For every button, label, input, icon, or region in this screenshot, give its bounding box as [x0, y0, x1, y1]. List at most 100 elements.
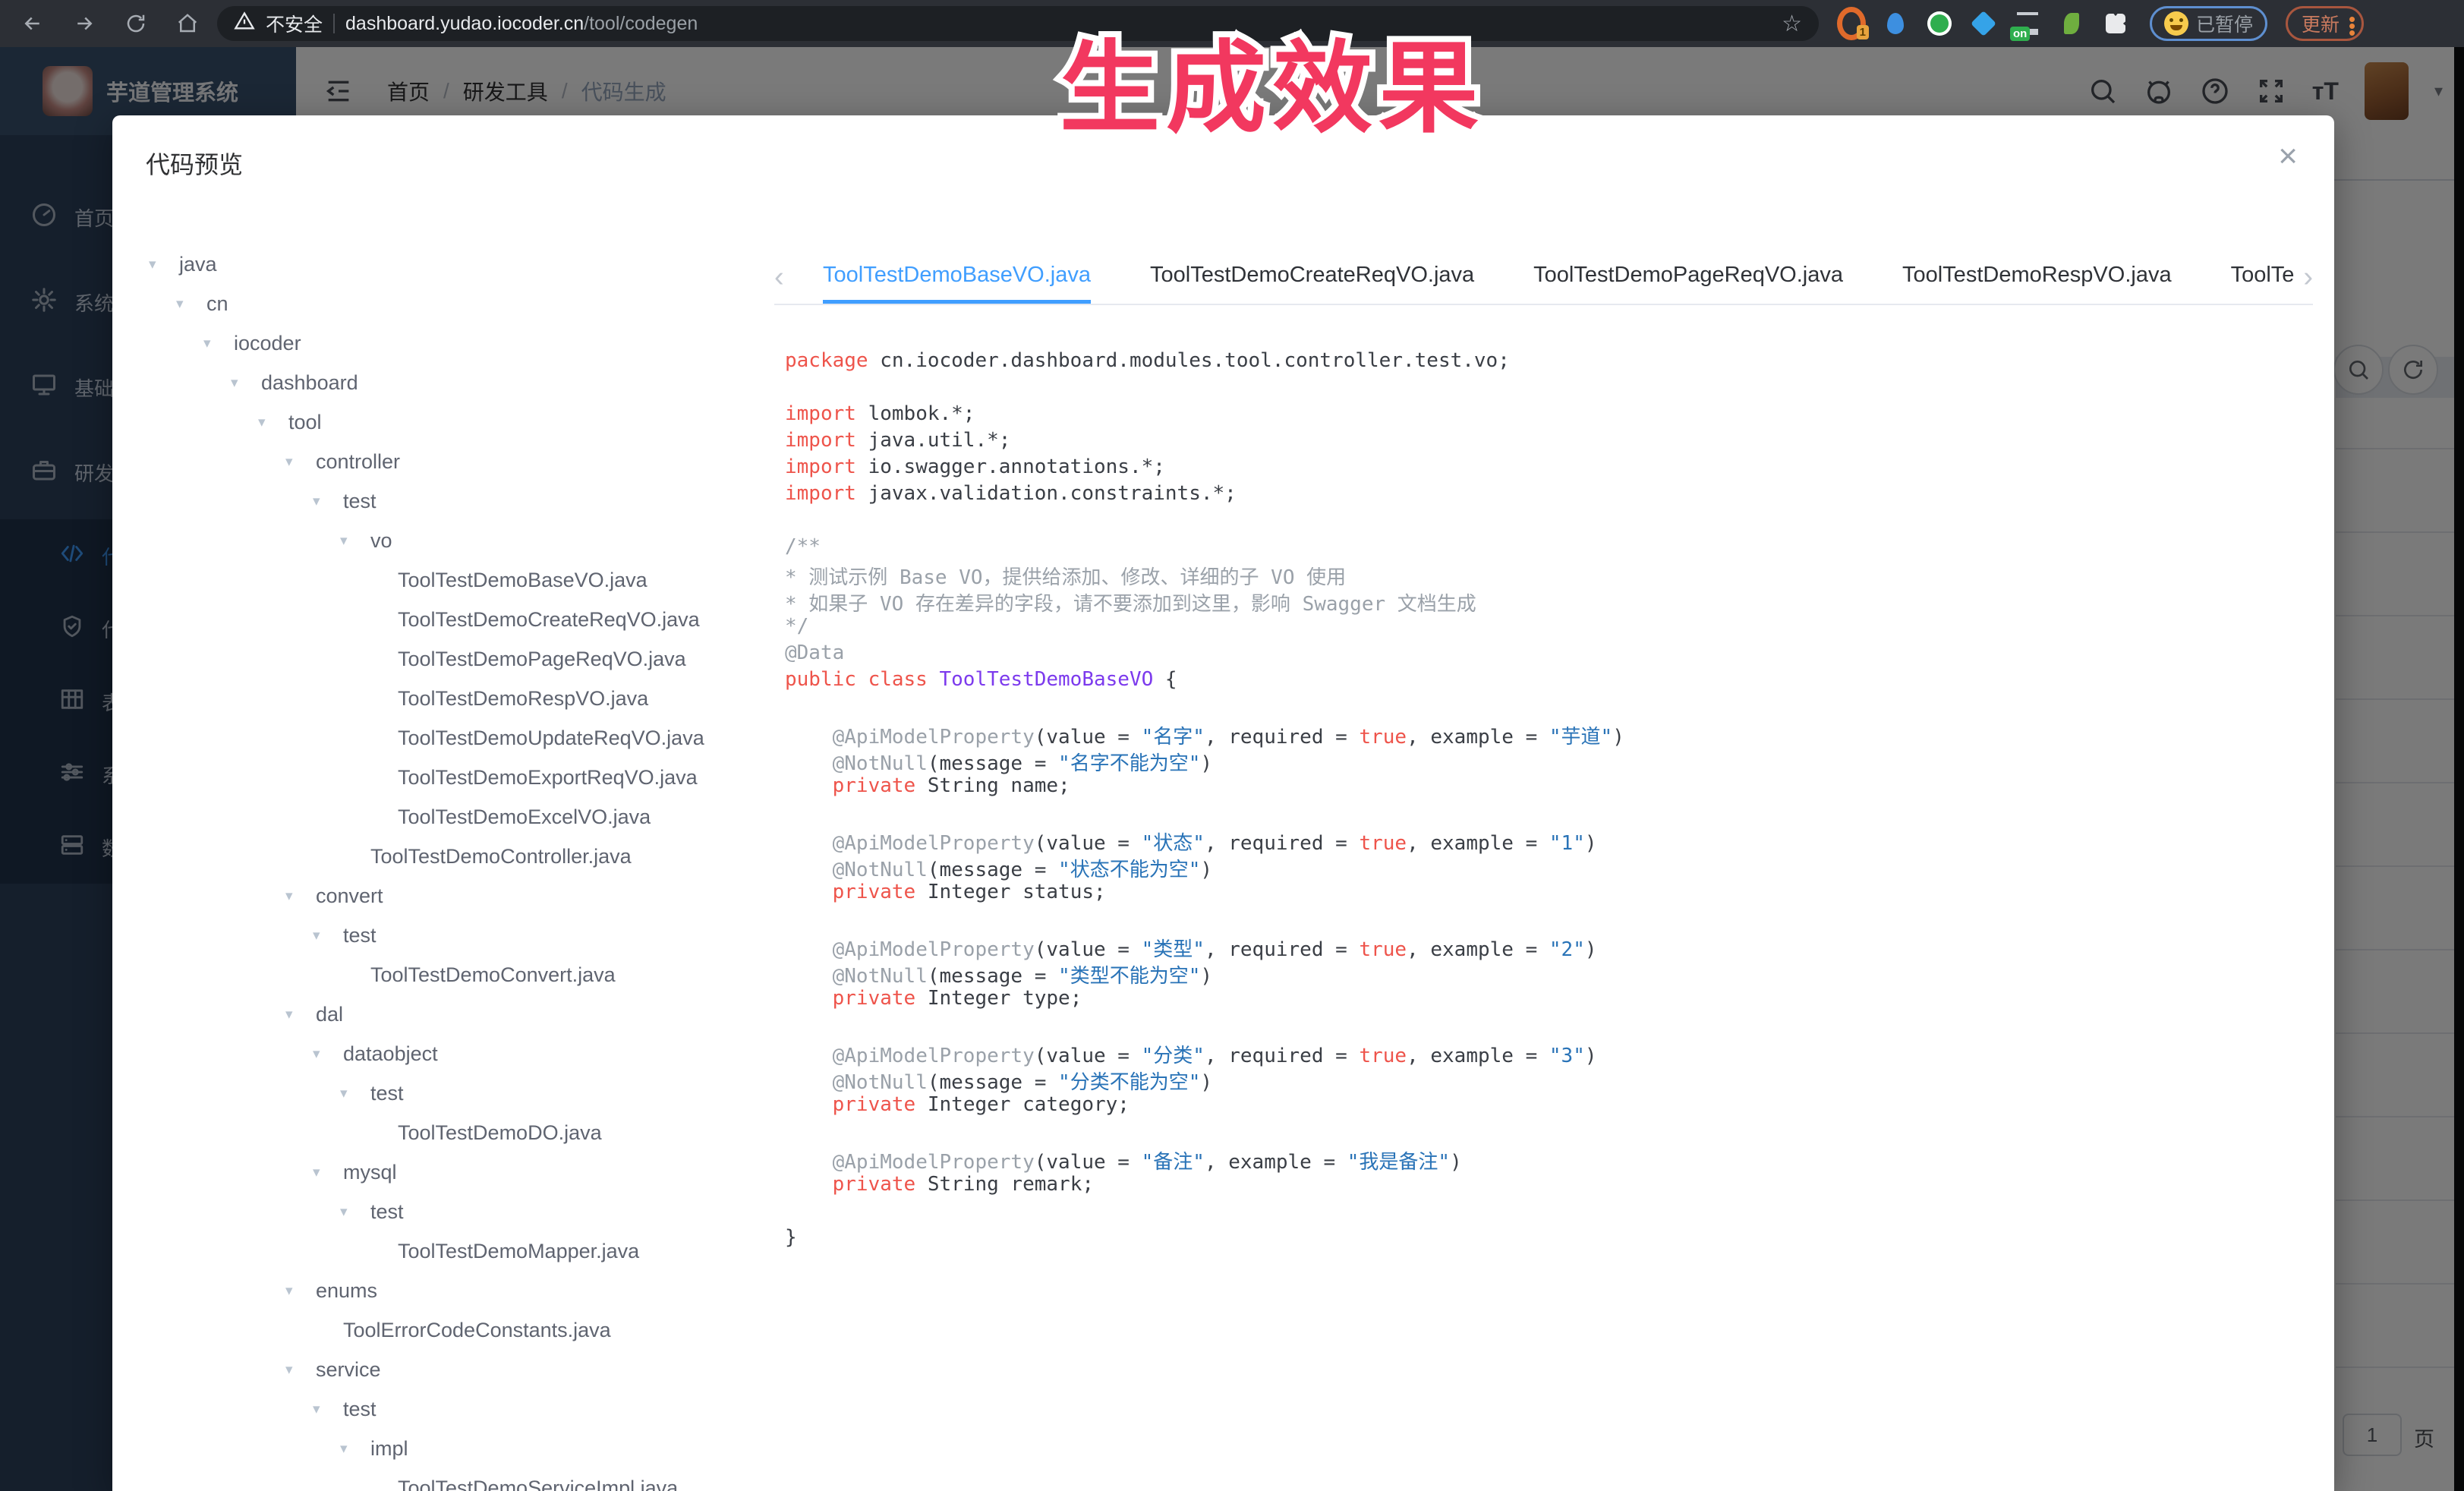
tree-file-row[interactable]: ToolTestDemoMapper.java: [143, 1231, 758, 1271]
tree-node-label: ToolTestDemoBaseVO.java: [398, 569, 648, 592]
tree-node-label: dataobject: [343, 1042, 438, 1066]
close-icon[interactable]: ×: [2278, 140, 2298, 173]
tree-file-row[interactable]: ToolTestDemoConvert.java: [143, 955, 758, 995]
tree-file-row[interactable]: ToolErrorCodeConstants.java: [143, 1310, 758, 1350]
home-icon[interactable]: [165, 6, 210, 41]
tree-file-row[interactable]: ToolTestDemoRespVO.java: [143, 679, 758, 718]
green-plant-icon[interactable]: [2057, 9, 2086, 38]
tree-folder-row[interactable]: ▾dashboard: [143, 363, 758, 402]
blue-diamond-icon[interactable]: [1969, 9, 1998, 38]
forward-icon[interactable]: [62, 6, 106, 41]
code-line: @ApiModelProperty(value = "类型", required…: [785, 934, 2319, 960]
caret-down-icon[interactable]: ▾: [340, 1203, 370, 1221]
blue-drop-icon[interactable]: [1881, 9, 1910, 38]
caret-down-icon[interactable]: ▾: [313, 493, 343, 510]
back-icon[interactable]: [11, 6, 55, 41]
tree-node-label: java: [179, 253, 217, 276]
caret-down-icon[interactable]: ▾: [313, 1045, 343, 1063]
caret-down-icon[interactable]: ▾: [285, 453, 316, 471]
tree-node-label: ToolErrorCodeConstants.java: [343, 1319, 611, 1342]
paused-extension-pill[interactable]: 已暂停: [2150, 6, 2267, 41]
caret-down-icon[interactable]: ▾: [340, 1440, 370, 1458]
tree-file-row[interactable]: ToolTestDemoController.java: [143, 837, 758, 876]
browser-menu-icon[interactable]: •••: [2349, 14, 2355, 34]
tree-file-row[interactable]: ToolTestDemoUpdateReqVO.java: [143, 718, 758, 758]
annotation-fill: 生成效果: [1060, 33, 1485, 144]
code-line: private Integer status;: [785, 881, 2319, 907]
tree-folder-row[interactable]: ▾service: [143, 1350, 758, 1389]
update-label: 更新: [2302, 10, 2340, 37]
caret-down-icon[interactable]: ▾: [313, 1401, 343, 1418]
caret-down-icon[interactable]: ▾: [258, 414, 288, 431]
tab-tooltestdemorespvo-java[interactable]: ToolTestDemoRespVO.java: [1902, 251, 2172, 304]
tab-tooltestdemobasevo-java[interactable]: ToolTestDemoBaseVO.java: [823, 251, 1091, 304]
code-line: import io.swagger.annotations.*;: [785, 455, 2319, 482]
tree-node-label: impl: [370, 1437, 408, 1461]
tab-toolte[interactable]: ToolTe: [2231, 251, 2304, 304]
tree-folder-row[interactable]: ▾dal: [143, 995, 758, 1034]
green-circle-icon[interactable]: [1925, 9, 1954, 38]
caret-down-icon[interactable]: ▾: [285, 887, 316, 905]
bookmark-star-icon[interactable]: ☆: [1782, 11, 1802, 37]
tree-file-row[interactable]: ToolTestDemoPageReqVO.java: [143, 639, 758, 679]
tree-folder-row[interactable]: ▾vo: [143, 521, 758, 560]
tree-node-label: ToolTestDemoMapper.java: [398, 1240, 639, 1263]
code-line: * 如果子 VO 存在差异的字段，请不要添加到这里，影响 Swagger 文档生…: [785, 588, 2319, 615]
caret-down-icon[interactable]: ▾: [285, 1006, 316, 1023]
tree-folder-row[interactable]: ▾convert: [143, 876, 758, 916]
caret-down-icon[interactable]: ▾: [340, 1085, 370, 1102]
tree-folder-row[interactable]: ▾cn: [143, 284, 758, 323]
tree-file-row[interactable]: ToolTestDemoBaseVO.java: [143, 560, 758, 600]
code-line: @NotNull(message = "分类不能为空"): [785, 1067, 2319, 1093]
tree-file-row[interactable]: ToolTestDemoCreateReqVO.java: [143, 600, 758, 639]
tree-folder-row[interactable]: ▾java: [143, 244, 758, 284]
tree-node-label: iocoder: [234, 332, 301, 355]
tree-node-label: enums: [316, 1279, 377, 1303]
caret-down-icon[interactable]: ▾: [285, 1282, 316, 1300]
tabs-scroll-left-icon[interactable]: ‹: [774, 263, 797, 292]
code-line: public class ToolTestDemoBaseVO {: [785, 668, 2319, 695]
caret-down-icon[interactable]: ▾: [231, 374, 261, 392]
url-bar[interactable]: 不安全 dashboard.yudao.iocoder.cn/tool/code…: [217, 6, 1819, 41]
tree-folder-row[interactable]: ▾impl: [143, 1429, 758, 1468]
code-line: [785, 907, 2319, 934]
tree-file-row[interactable]: ToolTestDemoExportReqVO.java: [143, 758, 758, 797]
reload-icon[interactable]: [114, 6, 158, 41]
tree-file-row[interactable]: ToolTestDemoDO.java: [143, 1113, 758, 1152]
caret-down-icon[interactable]: ▾: [203, 335, 234, 352]
tree-file-row[interactable]: ToolTestDemoServiceImpl.java: [143, 1468, 758, 1491]
chrome-update-button[interactable]: 更新 •••: [2286, 6, 2364, 41]
tab-tooltestdemocreatereqvo-java[interactable]: ToolTestDemoCreateReqVO.java: [1150, 251, 1474, 304]
orange-ring-icon[interactable]: 1: [1837, 9, 1866, 38]
tree-folder-row[interactable]: ▾test: [143, 1073, 758, 1113]
tree-file-row[interactable]: ToolTestDemoExcelVO.java: [143, 797, 758, 837]
tree-folder-row[interactable]: ▾mysql: [143, 1152, 758, 1192]
caret-down-icon[interactable]: ▾: [149, 256, 179, 273]
file-tabs: ‹ ToolTestDemoBaseVO.java ToolTestDemoCre…: [774, 251, 2313, 305]
tree-folder-row[interactable]: ▾dataobject: [143, 1034, 758, 1073]
caret-down-icon[interactable]: ▾: [176, 295, 206, 313]
tree-folder-row[interactable]: ▾test: [143, 916, 758, 955]
caret-down-icon[interactable]: ▾: [313, 927, 343, 944]
caret-down-icon[interactable]: ▾: [313, 1164, 343, 1181]
tree-folder-row[interactable]: ▾enums: [143, 1271, 758, 1310]
code-line: [785, 801, 2319, 827]
tab-tooltestdemopagereqvo-java[interactable]: ToolTestDemoPageReqVO.java: [1533, 251, 1843, 304]
code-preview-dialog: 代码预览 × ▾java▾cn▾iocoder▾dashboard▾tool▾c…: [112, 115, 2334, 1491]
tabs-scroll-right-icon[interactable]: ›: [2303, 263, 2313, 292]
puzzle-icon[interactable]: [2101, 9, 2130, 38]
tree-folder-row[interactable]: ▾controller: [143, 442, 758, 481]
tree-folder-row[interactable]: ▾test: [143, 481, 758, 521]
emoji-face-icon: [2164, 11, 2188, 36]
tree-folder-row[interactable]: ▾test: [143, 1192, 758, 1231]
tree-node-label: test: [370, 1200, 404, 1224]
list-icon[interactable]: on: [2013, 9, 2042, 38]
screen: 不安全 dashboard.yudao.iocoder.cn/tool/code…: [0, 0, 2464, 1491]
tree-folder-row[interactable]: ▾iocoder: [143, 323, 758, 363]
tree-folder-row[interactable]: ▾test: [143, 1389, 758, 1429]
tree-node-label: test: [343, 1398, 377, 1421]
caret-down-icon[interactable]: ▾: [340, 532, 370, 550]
caret-down-icon[interactable]: ▾: [285, 1361, 316, 1379]
extension-badge: on: [2010, 27, 2030, 41]
tree-folder-row[interactable]: ▾tool: [143, 402, 758, 442]
